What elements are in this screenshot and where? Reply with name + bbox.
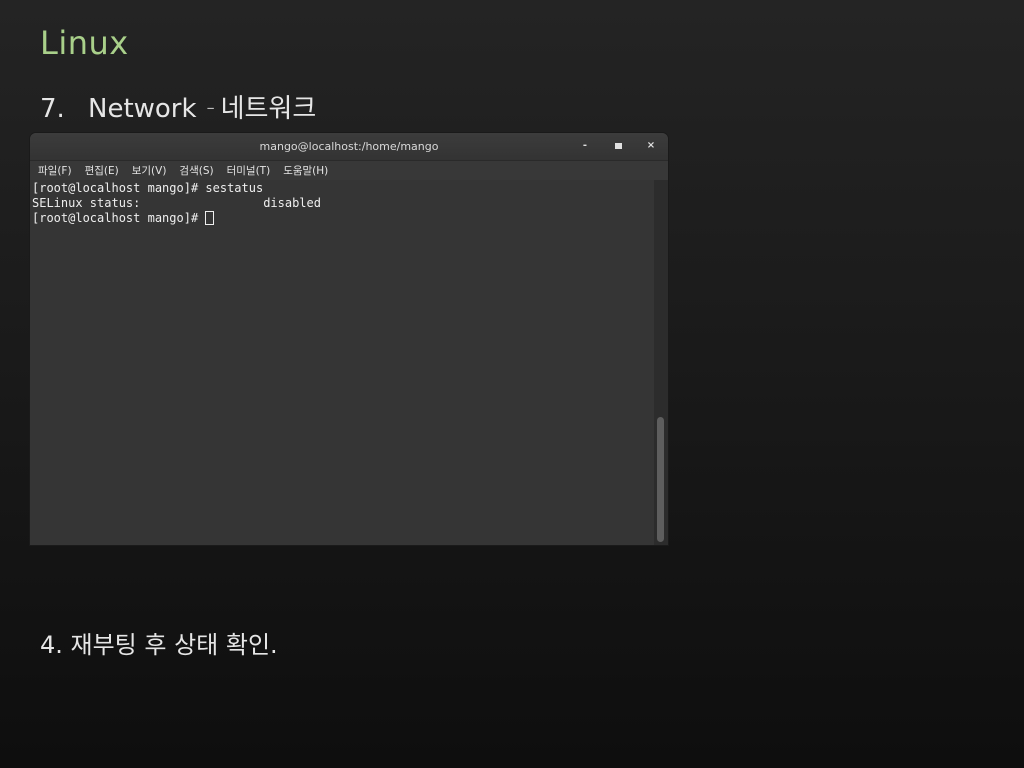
slide-title: Linux (40, 24, 129, 62)
minimize-button[interactable]: - (578, 139, 592, 153)
terminal-cursor (205, 211, 215, 225)
slide-subtitle: 7. Network – 네트워크 (40, 88, 316, 125)
menu-view[interactable]: 보기(V) (132, 163, 167, 178)
terminal-window[interactable]: mango@localhost:/home/mango - × 파일(F) 편집… (30, 133, 668, 545)
subtitle-korean: 네트워크 (220, 94, 317, 124)
menu-edit[interactable]: 편집(E) (85, 163, 119, 178)
maximize-icon (614, 143, 622, 149)
terminal-prompt-line: [root@localhost mango]# (32, 211, 656, 226)
window-title: mango@localhost:/home/mango (259, 140, 439, 153)
menu-file[interactable]: 파일(F) (38, 163, 72, 178)
close-button[interactable]: × (644, 139, 658, 153)
slide-caption: 4. 재부팅 후 상태 확인. (40, 631, 278, 659)
terminal-line: [root@localhost mango]# (32, 211, 206, 225)
subtitle-number: 7. (40, 94, 65, 124)
terminal-titlebar[interactable]: mango@localhost:/home/mango - × (30, 133, 668, 161)
terminal-output[interactable]: [root@localhost mango]# sestatus SELinux … (30, 180, 656, 545)
subtitle-dash: – (206, 98, 215, 117)
menu-search[interactable]: 검색(S) (179, 163, 213, 178)
terminal-line: SELinux status: disabled (32, 196, 321, 210)
terminal-line: [root@localhost mango]# sestatus (32, 181, 264, 195)
scrollbar-thumb[interactable] (657, 417, 664, 542)
terminal-scrollbar[interactable] (654, 180, 668, 545)
menu-help[interactable]: 도움말(H) (283, 163, 328, 178)
subtitle-text: Network (88, 94, 197, 124)
maximize-button[interactable] (611, 139, 625, 153)
terminal-menubar: 파일(F) 편집(E) 보기(V) 검색(S) 터미널(T) 도움말(H) (30, 161, 668, 180)
menu-terminal[interactable]: 터미널(T) (227, 163, 271, 178)
